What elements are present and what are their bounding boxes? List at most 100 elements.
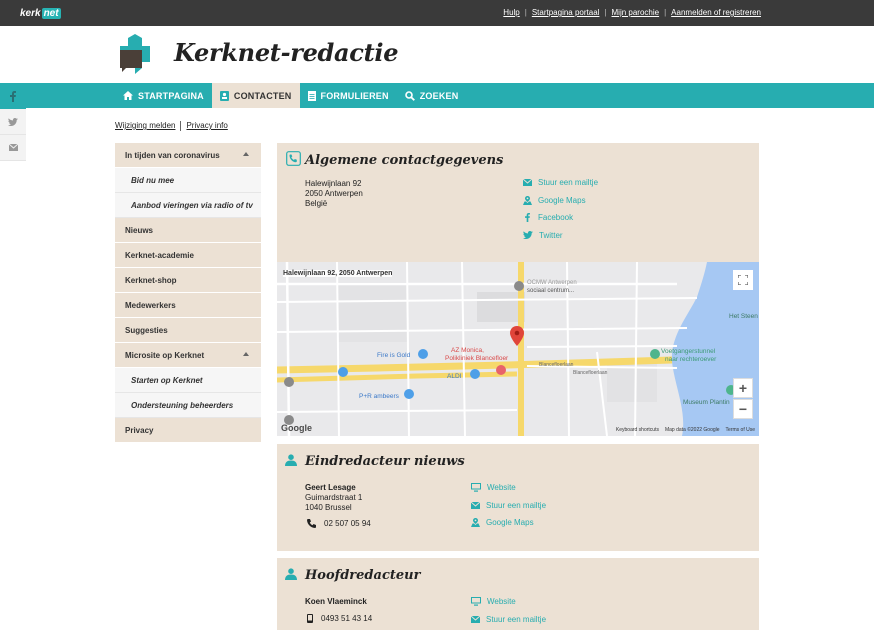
editor-news-title: Eindredacteur nieuws <box>305 454 465 469</box>
facebook-icon <box>10 90 16 102</box>
contact-mail-link[interactable]: Stuur een mailtje <box>523 174 598 192</box>
svg-text:Museum Plantin: Museum Plantin <box>683 399 730 406</box>
svg-text:OCMW Antwerpen: OCMW Antwerpen <box>527 280 577 286</box>
map-footer: Keyboard shortcuts Map data ©2022 Google… <box>610 427 755 433</box>
page-title: Kerknet-redactie <box>174 38 399 67</box>
mobile-phone-icon <box>307 614 313 623</box>
editor-news-maps-link[interactable]: Google Maps <box>471 514 546 532</box>
contact-phone-icon <box>286 151 301 166</box>
sidebar-item-shop[interactable]: Kerknet-shop <box>115 268 261 293</box>
document-icon <box>307 90 316 101</box>
contact-links: Stuur een mailtje Google Maps Facebook T… <box>523 174 598 244</box>
keyboard-shortcuts-link[interactable]: Keyboard shortcuts <box>616 427 659 433</box>
sidebar-subitem-vieringen[interactable]: Aanbod vieringen via radio of tv <box>115 193 261 218</box>
main-nav: STARTPAGINA CONTACTEN FORMULIEREN ZOEKEN <box>0 83 874 108</box>
chief-editor-links: Website Stuur een mailtje <box>471 593 546 628</box>
svg-text:P+R ambeers: P+R ambeers <box>359 393 400 400</box>
portal-link[interactable]: Startpagina portaal <box>532 8 600 17</box>
my-parish-link[interactable]: Mijn parochie <box>612 8 660 17</box>
svg-text:ALDI: ALDI <box>447 373 462 380</box>
contact-maps-link[interactable]: Google Maps <box>523 192 598 210</box>
share-facebook-button[interactable] <box>0 83 26 109</box>
map-address-label: Halewijnlaan 92, 2050 Antwerpen <box>283 270 393 277</box>
top-bar: kerk net Hulp | Startpagina portaal | Mijn … <box>0 0 874 26</box>
svg-text:sociaal centrum...: sociaal centrum... <box>527 288 574 294</box>
contact-facebook-link[interactable]: Facebook <box>523 209 598 227</box>
nav-contacten[interactable]: CONTACTEN <box>211 83 300 108</box>
editor-news-links: Website Stuur een mailtje Google Maps <box>471 479 546 532</box>
caret-up-icon <box>243 352 249 356</box>
mail-icon <box>471 501 480 509</box>
editor-news-address: Geert Lesage Guimardstraat 1 1040 Brusse… <box>305 483 363 512</box>
map-data-text: Map data ©2022 Google <box>664 427 720 433</box>
google-logo: Google <box>281 423 312 433</box>
sidebar-subitem-bid-nu-mee[interactable]: Bid nu mee <box>115 168 261 193</box>
chief-editor-website-link[interactable]: Website <box>471 593 546 611</box>
editor-news-website-link[interactable]: Website <box>471 479 546 497</box>
help-link[interactable]: Hulp <box>503 8 519 17</box>
monitor-icon <box>471 597 481 606</box>
facebook-icon <box>525 213 530 223</box>
google-map[interactable]: OCMW Antwerpen sociaal centrum... Fire i… <box>277 262 759 436</box>
sidebar-item-privacy[interactable]: Privacy <box>115 418 261 443</box>
site-logo-icon[interactable] <box>118 34 152 74</box>
fullscreen-icon[interactable] <box>733 270 753 290</box>
contact-address: Halewijnlaan 92 2050 Antwerpen België <box>305 179 363 208</box>
nav-formulieren[interactable]: FORMULIEREN <box>300 83 397 108</box>
zoom-in-button[interactable]: + <box>733 378 753 398</box>
sidebar-nav: In tijden van coronavirus Bid nu mee Aan… <box>115 143 261 443</box>
share-twitter-button[interactable] <box>0 109 26 135</box>
monitor-icon <box>471 483 481 492</box>
nav-startpagina[interactable]: STARTPAGINA <box>115 83 212 108</box>
zoom-out-button[interactable]: − <box>733 399 753 419</box>
sidebar-subitem-ondersteuning[interactable]: Ondersteuning beheerders <box>115 393 261 418</box>
editor-news-mail-link[interactable]: Stuur een mailtje <box>471 497 546 515</box>
login-register-link[interactable]: Aanmelden of registreren <box>671 8 761 17</box>
editor-news-panel: Eindredacteur nieuws Geert Lesage Guimar… <box>277 444 759 551</box>
svg-text:naar rechteroever: naar rechteroever <box>665 356 717 363</box>
svg-text:Het Steen: Het Steen <box>729 313 758 320</box>
map-pin-icon <box>471 518 480 528</box>
sidebar-item-coronavirus[interactable]: In tijden van coronavirus <box>115 143 261 168</box>
chief-editor-name: Koen Vlaeminck <box>305 597 367 606</box>
contact-twitter-link[interactable]: Twitter <box>523 227 598 245</box>
search-icon <box>404 90 415 101</box>
svg-text:Voetgangerstunnel: Voetgangerstunnel <box>661 348 716 355</box>
twitter-icon <box>523 231 533 240</box>
chief-editor-title: Hoofdredacteur <box>305 568 421 583</box>
chief-editor-mail-link[interactable]: Stuur een mailtje <box>471 611 546 629</box>
sidebar-item-suggesties[interactable]: Suggesties <box>115 318 261 343</box>
chief-editor-phone[interactable]: 0493 51 43 14 <box>307 614 372 623</box>
sidebar-subitem-starten[interactable]: Starten op Kerknet <box>115 368 261 393</box>
sidebar-item-microsite[interactable]: Microsite op Kerknet <box>115 343 261 368</box>
svg-text:Blancefloerlaan: Blancefloerlaan <box>573 370 608 376</box>
terms-link[interactable]: Terms of Use <box>726 427 755 433</box>
twitter-icon <box>8 117 18 126</box>
contact-card-icon <box>219 90 229 101</box>
top-links: Hulp | Startpagina portaal | Mijn parochie… <box>503 8 761 17</box>
map-canvas: OCMW Antwerpen sociaal centrum... Fire i… <box>277 262 759 436</box>
home-icon <box>123 91 133 100</box>
person-icon <box>285 568 297 580</box>
svg-text:Polikliniek Blancefloer: Polikliniek Blancefloer <box>445 355 509 362</box>
kerknet-logo[interactable]: kerk net <box>20 4 61 22</box>
map-pin-icon <box>523 195 532 205</box>
mail-icon <box>8 144 18 151</box>
svg-text:AZ Monica,: AZ Monica, <box>451 347 484 354</box>
mail-icon <box>471 615 480 623</box>
svg-text:Fire is Gold: Fire is Gold <box>377 352 411 359</box>
sidebar-item-nieuws[interactable]: Nieuws <box>115 218 261 243</box>
sidebar-item-medewerkers[interactable]: Medewerkers <box>115 293 261 318</box>
svg-text:Blancefloerlaan: Blancefloerlaan <box>539 362 574 368</box>
person-icon <box>285 454 297 466</box>
mail-icon <box>523 179 532 187</box>
nav-zoeken[interactable]: ZOEKEN <box>397 83 467 108</box>
privacy-info-link[interactable]: Privacy info <box>186 121 227 131</box>
report-change-link[interactable]: Wijziging melden <box>115 121 175 131</box>
share-sidebar <box>0 83 26 161</box>
editor-news-phone[interactable]: 02 507 05 94 <box>307 519 371 528</box>
sub-links: Wijziging melden Privacy info <box>115 121 228 131</box>
share-mail-button[interactable] <box>0 135 26 161</box>
contact-title: Algemene contactgegevens <box>305 153 504 168</box>
sidebar-item-academie[interactable]: Kerknet-academie <box>115 243 261 268</box>
